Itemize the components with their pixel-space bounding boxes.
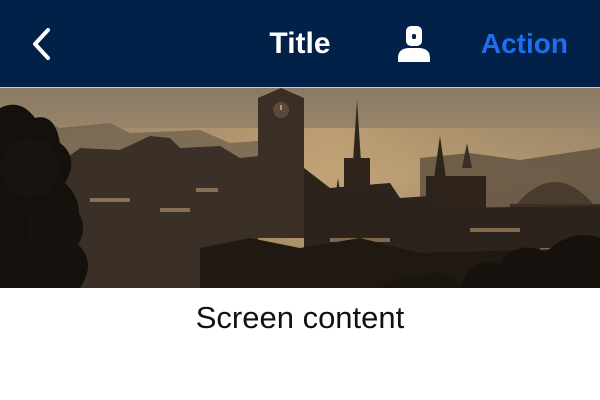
person-icon — [398, 26, 430, 62]
navigation-bar: Title Action — [0, 0, 600, 88]
chevron-left-icon — [33, 28, 50, 60]
city-skyline-image — [0, 88, 600, 288]
profile-button[interactable] — [388, 18, 440, 70]
action-button[interactable]: Action — [481, 0, 568, 88]
app-screen: Title Action Screen content — [0, 0, 600, 400]
hero-image — [0, 88, 600, 288]
back-button[interactable] — [20, 20, 64, 68]
screen-content-text: Screen content — [195, 300, 405, 335]
page-title: Title — [269, 27, 331, 60]
